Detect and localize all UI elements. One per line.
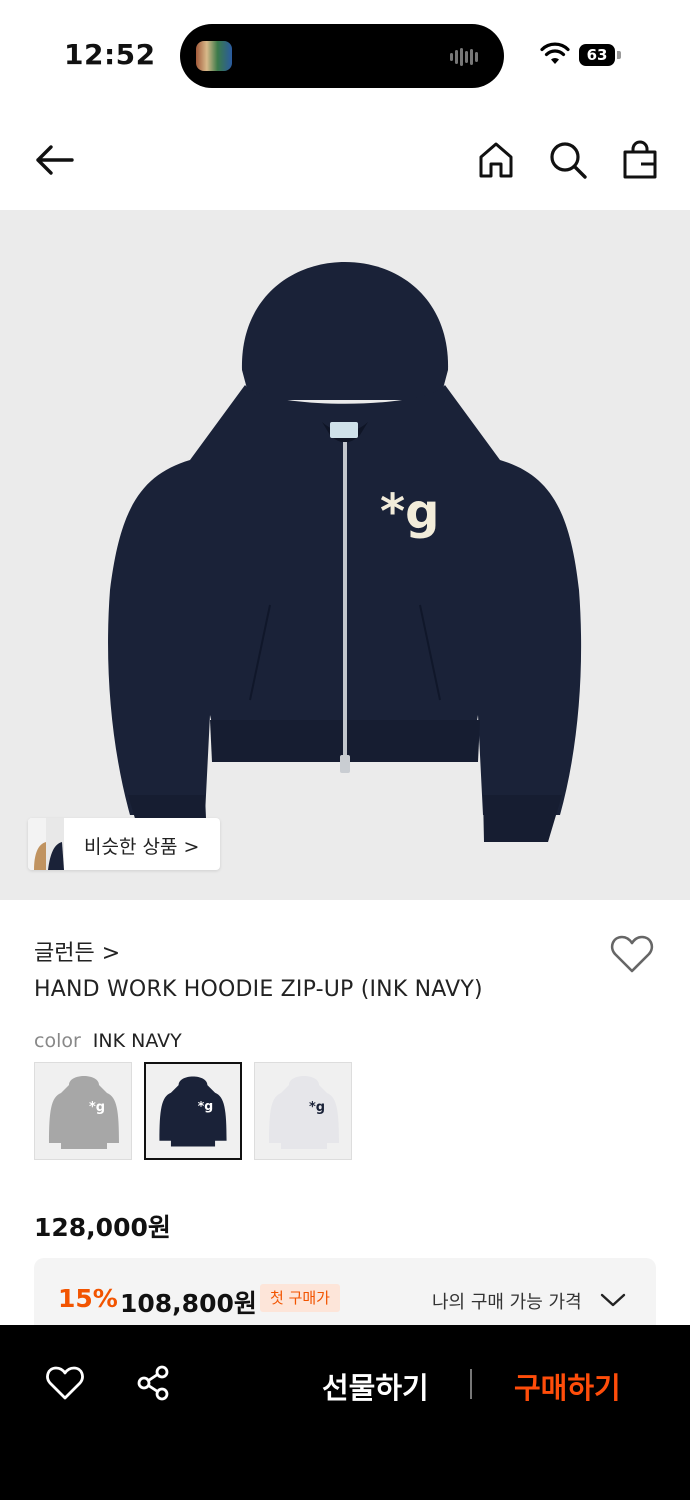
dynamic-island[interactable] (180, 24, 504, 88)
audio-wave-icon (450, 46, 486, 66)
bottom-action-bar: 선물하기 구매하기 (0, 1325, 690, 1500)
discount-percent: 15% (58, 1284, 118, 1313)
divider (470, 1369, 472, 1399)
top-navigation (0, 110, 690, 210)
svg-text:*g: *g (198, 1098, 213, 1113)
sale-price: 108,800원 (120, 1289, 257, 1318)
product-image[interactable]: *g (0, 210, 690, 900)
svg-text:*g: *g (89, 1100, 105, 1115)
share-icon[interactable] (135, 1365, 171, 1401)
like-heart-icon[interactable] (46, 1365, 84, 1401)
original-price: 128,000원 (34, 1213, 171, 1242)
status-bar: 12:52 63 (0, 0, 690, 110)
buy-button[interactable]: 구매하기 (514, 1365, 621, 1407)
hoodie-illustration: *g (108, 262, 582, 842)
my-price-label: 나의 구매 가능 가격 (432, 1292, 582, 1313)
color-value: INK NAVY (92, 1030, 182, 1052)
battery-cap (617, 51, 621, 59)
first-purchase-badge: 첫 구매가 (260, 1284, 340, 1312)
brand-link[interactable]: 글런든 > (34, 935, 120, 967)
chevron-down-icon[interactable] (600, 1290, 626, 1310)
now-playing-thumbnail (196, 41, 232, 71)
color-label: color (34, 1030, 81, 1052)
similar-product-thumbnail (28, 818, 64, 870)
shopping-bag-icon[interactable] (620, 140, 660, 180)
battery-indicator: 63 (579, 44, 615, 66)
home-icon[interactable] (476, 140, 516, 180)
color-swatch-navy[interactable]: *g (144, 1062, 242, 1160)
gift-button[interactable]: 선물하기 (322, 1365, 429, 1407)
product-title: HAND WORK HOODIE ZIP-UP (INK NAVY) (34, 977, 483, 1002)
similar-products-label: 비슷한 상품 > (84, 836, 200, 858)
color-row: color INK NAVY (34, 1030, 182, 1052)
wishlist-heart-icon[interactable] (610, 934, 654, 974)
wifi-icon (540, 42, 570, 64)
similar-products-button[interactable]: 비슷한 상품 > (28, 818, 220, 870)
color-swatch-gray[interactable]: *g (34, 1062, 132, 1160)
status-time: 12:52 (64, 38, 156, 71)
search-icon[interactable] (548, 140, 588, 180)
svg-text:*g: *g (309, 1100, 325, 1115)
svg-text:*g: *g (380, 484, 439, 540)
color-swatch-white[interactable]: *g (254, 1062, 352, 1160)
back-arrow-icon[interactable] (34, 140, 74, 180)
